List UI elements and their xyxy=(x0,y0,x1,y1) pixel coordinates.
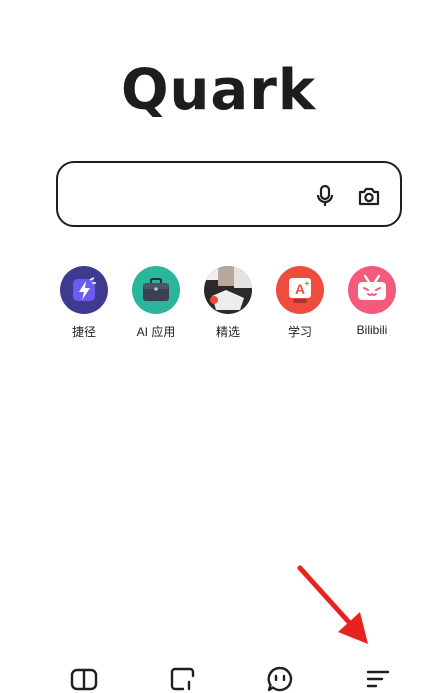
shortcut-featured[interactable]: 精选 xyxy=(192,266,264,340)
svg-text:+: + xyxy=(305,279,310,288)
bottom-navigation xyxy=(0,655,437,692)
shortcut-bilibili[interactable]: Bilibili xyxy=(336,266,408,337)
study-icon: A + xyxy=(276,266,324,314)
lightning-icon xyxy=(60,266,108,314)
search-input[interactable] xyxy=(72,177,306,213)
microphone-icon[interactable] xyxy=(312,183,338,209)
camera-icon[interactable] xyxy=(356,183,382,209)
shortcut-label: 精选 xyxy=(215,325,240,339)
briefcase-icon xyxy=(132,266,180,314)
search-box[interactable] xyxy=(56,161,402,227)
book-icon[interactable] xyxy=(69,665,99,693)
shortcut-row: 捷径 AI 应用 精选 A + 学习 Bilibili xyxy=(48,266,408,346)
shortcut-study[interactable]: A + 学习 xyxy=(264,266,336,340)
shortcut-label: 学习 xyxy=(287,325,312,339)
tabs-icon[interactable] xyxy=(167,665,197,693)
chat-face-icon[interactable] xyxy=(265,665,295,693)
quark-logo: Quark xyxy=(120,58,317,123)
bilibili-icon xyxy=(348,266,396,314)
menu-icon[interactable] xyxy=(363,665,393,693)
shortcut-ai-apps[interactable]: AI 应用 xyxy=(120,266,192,340)
shortcut-shortcuts[interactable]: 捷径 xyxy=(48,266,120,340)
shortcut-label: 捷径 xyxy=(71,325,96,339)
red-arrow-icon xyxy=(290,560,380,656)
shortcut-label: AI 应用 xyxy=(136,325,176,339)
svg-text:A: A xyxy=(295,281,305,297)
featured-icon xyxy=(204,266,252,314)
shortcut-label: Bilibili xyxy=(356,323,388,337)
